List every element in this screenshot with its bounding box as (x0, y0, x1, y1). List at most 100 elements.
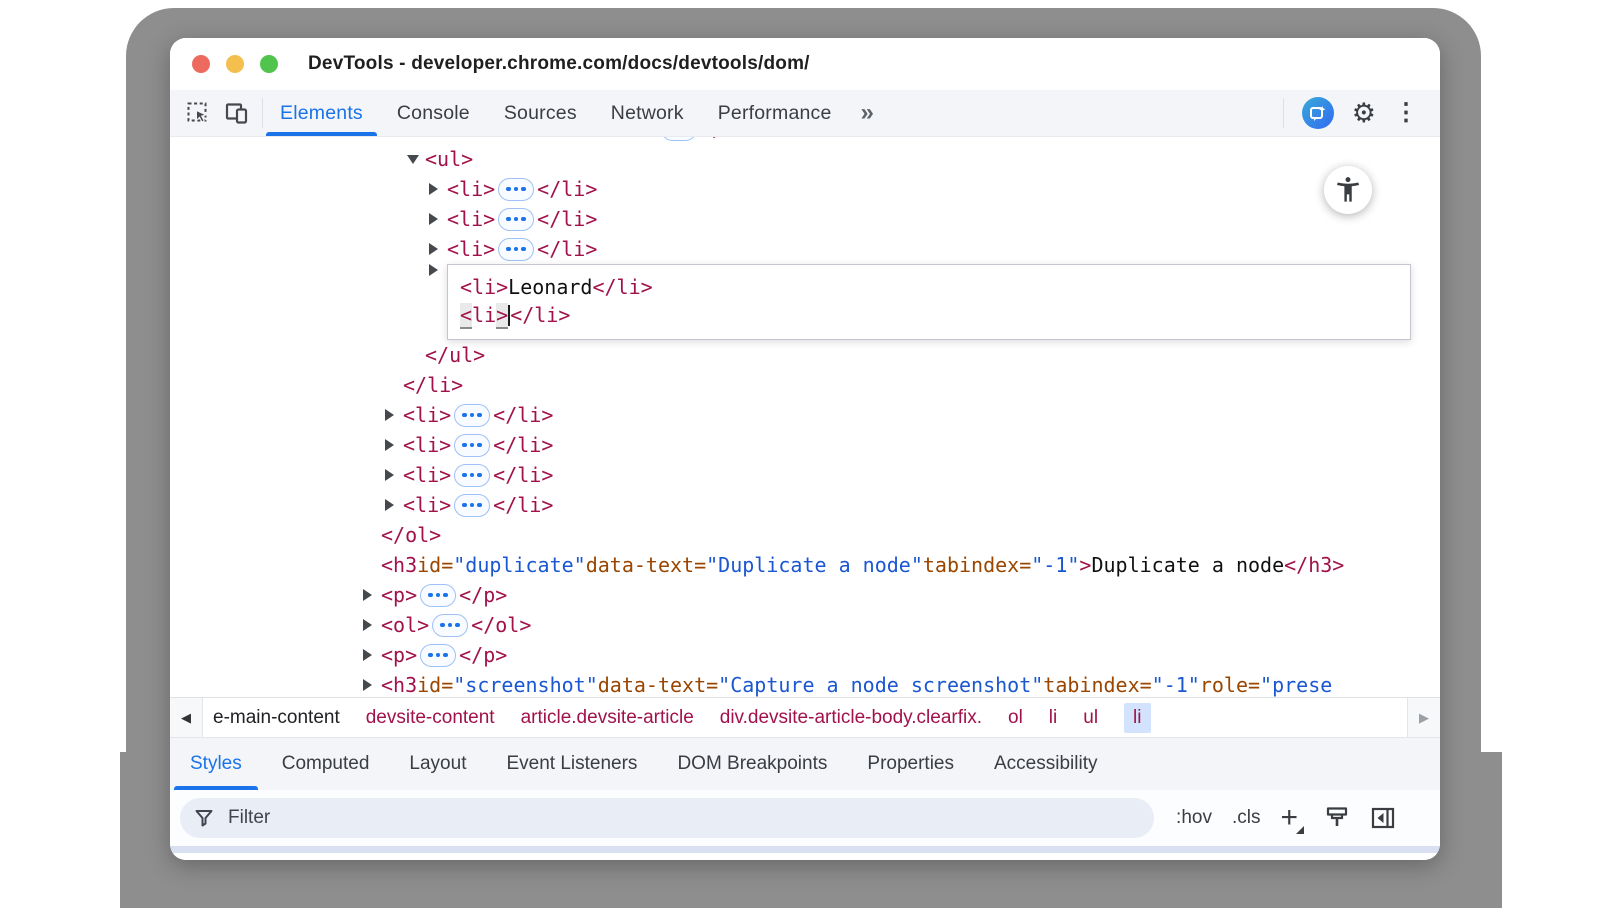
breadcrumb-item[interactable]: li (1049, 707, 1057, 729)
ellipsis-expand-button[interactable] (432, 614, 468, 637)
dom-tree-row[interactable]: <li></li> (170, 400, 1440, 430)
expand-arrow-icon[interactable] (385, 499, 403, 511)
breadcrumb-forward-icon[interactable]: ▶ (1407, 698, 1440, 737)
element-classes-button[interactable]: .cls (1232, 807, 1261, 829)
style-filter[interactable] (180, 798, 1154, 838)
dom-segment: role= (1200, 670, 1260, 697)
dom-tree-row[interactable]: <p></p> (170, 640, 1440, 670)
device-toolbar-icon[interactable] (224, 101, 250, 125)
tab-styles[interactable]: Styles (170, 738, 262, 790)
more-tabs-icon[interactable]: » (849, 90, 886, 136)
tab-layout[interactable]: Layout (389, 738, 486, 790)
toolbar-separator (1283, 98, 1284, 128)
dom-tree-row[interactable]: <ol></ol> (170, 610, 1440, 640)
breadcrumb-item[interactable]: li (1124, 703, 1150, 733)
dom-segment: </ol> (381, 520, 441, 550)
breadcrumb-item[interactable]: devsite-content (366, 707, 495, 729)
accessibility-person-icon (1334, 176, 1362, 204)
ellipsis-expand-button[interactable] (498, 238, 534, 261)
breadcrumb-item[interactable]: ol (1008, 707, 1023, 729)
expand-arrow-icon[interactable] (429, 264, 447, 276)
dom-segment: </h3> (1284, 550, 1344, 580)
ellipsis-expand-button[interactable] (661, 137, 697, 141)
dom-segment: "prese (1260, 670, 1332, 697)
ellipsis-expand-button[interactable] (454, 494, 490, 517)
tab-console[interactable]: Console (380, 90, 487, 136)
close-window-button[interactable] (192, 55, 210, 73)
zoom-window-button[interactable] (260, 55, 278, 73)
dom-tree-row[interactable]: <ul> (170, 144, 1440, 174)
ellipsis-expand-button[interactable] (454, 404, 490, 427)
expand-arrow-icon[interactable] (429, 183, 447, 195)
dom-tree-row[interactable]: </li> (170, 370, 1440, 400)
inspect-element-icon[interactable] (186, 101, 210, 125)
tab-computed[interactable]: Computed (262, 738, 390, 790)
dom-tree-row[interactable]: <li></li> (170, 174, 1440, 204)
rendering-emulation-icon[interactable] (1324, 805, 1350, 831)
minimize-window-button[interactable] (226, 55, 244, 73)
more-options-icon[interactable]: ⋮ (1394, 101, 1418, 125)
ellipsis-expand-button[interactable] (498, 178, 534, 201)
expand-arrow-icon[interactable] (385, 439, 403, 451)
tab-performance[interactable]: Performance (701, 90, 849, 136)
expand-arrow-icon[interactable] (363, 649, 381, 661)
ellipsis-expand-button[interactable] (454, 434, 490, 457)
dom-tree-row[interactable]: </ol> (170, 520, 1440, 550)
expand-arrow-icon[interactable] (429, 243, 447, 255)
dom-segment: </ul> (425, 340, 485, 370)
dom-edit-box[interactable]: <li>Leonard</li><li></li> (447, 264, 1411, 340)
filter-funnel-icon (194, 808, 214, 828)
dom-segment: <li> (610, 137, 658, 144)
dom-tree-row[interactable]: <li></li> (170, 460, 1440, 490)
tab-accessibility[interactable]: Accessibility (974, 738, 1117, 790)
dom-tree-row[interactable]: <li></li> (170, 234, 1440, 264)
dom-segment: </li> (700, 137, 760, 144)
breadcrumb-item[interactable]: e-main-content (213, 707, 340, 729)
breadcrumb-back-icon[interactable]: ◀ (170, 698, 203, 737)
window-bottom-edge (170, 846, 1440, 860)
show-sidebar-icon[interactable] (1370, 805, 1396, 831)
breadcrumb-item[interactable]: div.devsite-article-body.clearfix. (720, 707, 982, 729)
expand-arrow-icon[interactable] (385, 469, 403, 481)
expand-arrow-icon[interactable] (363, 619, 381, 631)
dom-tree-row[interactable]: <li>Leonard</li><li></li> (170, 264, 1440, 340)
dom-tree-row[interactable]: <h3 id="duplicate" data-text="Duplicate … (170, 550, 1440, 580)
accessibility-fab[interactable] (1324, 166, 1372, 214)
new-style-rule-button[interactable]: + (1280, 803, 1304, 833)
toggle-element-state-button[interactable]: :hov (1176, 807, 1212, 829)
ellipsis-expand-button[interactable] (420, 584, 456, 607)
dom-segment: <p> (381, 580, 417, 610)
settings-icon[interactable]: ⚙ (1352, 100, 1376, 127)
collapse-arrow-icon[interactable] (407, 155, 425, 164)
ellipsis-expand-button[interactable] (498, 208, 534, 231)
dom-tree-row[interactable]: <h3 id="screenshot" data-text="Capture a… (170, 670, 1440, 697)
expand-arrow-icon[interactable] (429, 213, 447, 225)
ellipsis-expand-button[interactable] (420, 644, 456, 667)
dom-segment: "-1" (1152, 670, 1200, 697)
dom-segment: <li> (447, 234, 495, 264)
ai-assistance-icon[interactable] (1302, 97, 1334, 129)
expand-arrow-icon[interactable] (363, 679, 381, 691)
dom-tree-row[interactable]: </ul> (170, 340, 1440, 370)
tab-properties[interactable]: Properties (847, 738, 974, 790)
window-title: DevTools - developer.chrome.com/docs/dev… (308, 53, 810, 75)
dom-tree-row[interactable]: <p></p> (170, 580, 1440, 610)
dom-tree-row[interactable]: <li> </li> (170, 137, 1440, 144)
expand-arrow-icon[interactable] (385, 409, 403, 421)
dom-tree-row[interactable]: <li></li> (170, 490, 1440, 520)
tab-elements[interactable]: Elements (263, 90, 380, 136)
dom-segment: <ul> (425, 144, 473, 174)
breadcrumb-item[interactable]: article.devsite-article (521, 707, 694, 729)
filter-input[interactable] (226, 806, 1140, 830)
tab-dom-breakpoints[interactable]: DOM Breakpoints (657, 738, 847, 790)
tab-network[interactable]: Network (594, 90, 701, 136)
tab-event-listeners[interactable]: Event Listeners (486, 738, 657, 790)
breadcrumb-item[interactable]: ul (1083, 707, 1098, 729)
dom-segment: id= (417, 670, 453, 697)
ellipsis-expand-button[interactable] (454, 464, 490, 487)
dom-segment: <li> (447, 204, 495, 234)
tab-sources[interactable]: Sources (487, 90, 594, 136)
expand-arrow-icon[interactable] (363, 589, 381, 601)
dom-tree-row[interactable]: <li></li> (170, 204, 1440, 234)
dom-tree-row[interactable]: <li></li> (170, 430, 1440, 460)
